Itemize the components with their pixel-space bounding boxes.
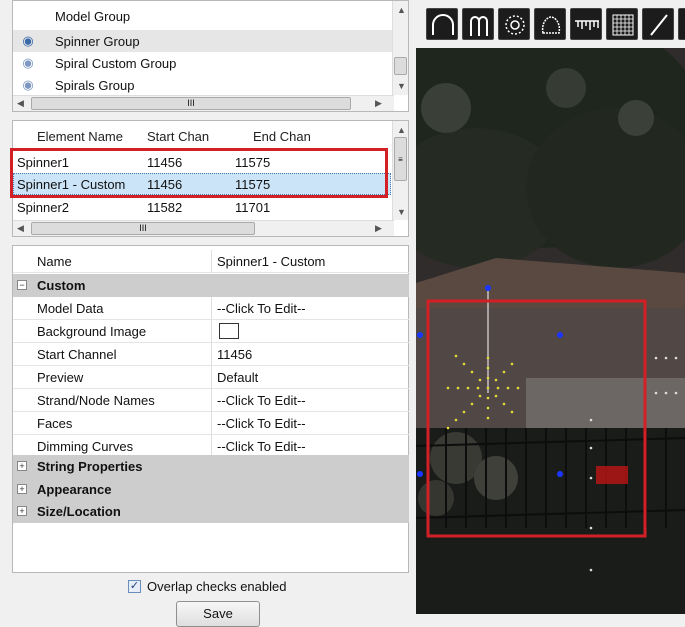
- group-item-spinner[interactable]: ◉ Spinner Group: [13, 30, 394, 52]
- end-channel: 11701: [235, 199, 271, 215]
- category-label: Custom: [37, 278, 86, 293]
- background-image-swatch[interactable]: [219, 323, 239, 339]
- star-icon[interactable]: [534, 8, 566, 40]
- arch-icon[interactable]: [426, 8, 458, 40]
- start-channel: 11582: [147, 199, 183, 215]
- category-label: Size/Location: [37, 504, 121, 519]
- property-key: Model Data: [37, 301, 104, 316]
- property-row[interactable]: Strand/Node Names --Click To Edit--: [13, 389, 409, 412]
- property-key: Faces: [37, 416, 73, 431]
- property-value[interactable]: Default: [217, 370, 258, 385]
- save-button[interactable]: Save: [176, 601, 260, 627]
- property-row[interactable]: Background Image: [13, 320, 409, 343]
- property-key: Start Channel: [37, 347, 117, 362]
- category-appearance[interactable]: + Appearance: [13, 478, 409, 501]
- scroll-thumb[interactable]: ≡: [394, 137, 407, 181]
- property-value[interactable]: 11456: [217, 347, 252, 362]
- collapse-icon[interactable]: −: [17, 280, 27, 290]
- column-header-start[interactable]: Start Chan: [147, 121, 209, 151]
- horizontal-scrollbar[interactable]: ◀ III ▶: [13, 95, 394, 111]
- scroll-right-icon[interactable]: ▶: [375, 98, 382, 109]
- property-key: Background Image: [37, 324, 147, 339]
- scroll-up-icon[interactable]: ▲: [397, 125, 406, 135]
- property-row[interactable]: Preview Default: [13, 366, 409, 389]
- eye-icon[interactable]: ◉: [13, 77, 43, 93]
- property-value[interactable]: --Click To Edit--: [217, 393, 306, 408]
- property-row-name[interactable]: Name Spinner1 - Custom: [13, 250, 409, 273]
- property-value[interactable]: --Click To Edit--: [217, 439, 306, 454]
- element-name: Spinner2: [17, 199, 70, 215]
- category-string-properties[interactable]: + String Properties: [13, 455, 409, 478]
- line-icon[interactable]: [642, 8, 674, 40]
- property-key: Preview: [37, 370, 84, 385]
- property-row[interactable]: Faces --Click To Edit--: [13, 412, 409, 435]
- property-row[interactable]: Start Channel 11456: [13, 343, 409, 366]
- group-item-model[interactable]: Model Group: [13, 5, 394, 27]
- group-label: Spiral Custom Group: [55, 55, 177, 71]
- category-custom[interactable]: − Custom: [13, 274, 409, 297]
- group-label: Spinner Group: [55, 33, 140, 49]
- property-key: Strand/Node Names: [37, 393, 155, 408]
- highlight-box: [10, 148, 388, 198]
- overlap-label: Overlap checks enabled: [147, 578, 287, 594]
- layout-preview-canvas[interactable]: [416, 48, 685, 614]
- horizontal-scrollbar[interactable]: ◀ III ▶: [13, 220, 394, 236]
- property-key: Dimming Curves: [37, 439, 134, 454]
- scroll-thumb[interactable]: [394, 57, 407, 75]
- column-header-end[interactable]: End Chan: [253, 121, 311, 151]
- table-row[interactable]: Spinner2 11582 11701: [13, 196, 391, 218]
- property-value[interactable]: --Click To Edit--: [217, 301, 306, 316]
- scroll-thumb[interactable]: III: [31, 222, 255, 235]
- expand-icon[interactable]: +: [17, 484, 27, 494]
- vertical-scrollbar[interactable]: ▲ ▼: [392, 1, 408, 95]
- overlap-checkbox[interactable]: ✓: [128, 579, 141, 593]
- property-value[interactable]: --Click To Edit--: [217, 416, 306, 431]
- eye-icon[interactable]: ◉: [13, 33, 43, 49]
- column-header-name[interactable]: Element Name: [37, 121, 123, 151]
- candy-cane-icon[interactable]: [462, 8, 494, 40]
- scroll-down-icon[interactable]: ▼: [397, 81, 406, 91]
- property-value[interactable]: Spinner1 - Custom: [217, 254, 325, 269]
- property-grid[interactable]: Name Spinner1 - Custom − Custom Model Da…: [12, 245, 409, 573]
- overlap-checkbox-row[interactable]: ✓ Overlap checks enabled: [128, 575, 286, 597]
- group-label: Model Group: [55, 8, 131, 24]
- category-label: Appearance: [37, 482, 112, 497]
- matrix-icon[interactable]: [606, 8, 638, 40]
- model-toolbar: [416, 0, 685, 42]
- scroll-down-icon[interactable]: ▼: [397, 207, 406, 217]
- property-row[interactable]: Model Data --Click To Edit--: [13, 297, 409, 320]
- expand-icon[interactable]: +: [17, 506, 27, 516]
- group-item-spirals[interactable]: ◉ Spirals Group: [13, 74, 394, 96]
- scroll-up-icon[interactable]: ▲: [397, 5, 406, 15]
- expand-icon[interactable]: +: [17, 461, 27, 471]
- scroll-right-icon[interactable]: ▶: [375, 223, 382, 234]
- more-icon[interactable]: [678, 8, 685, 40]
- scroll-left-icon[interactable]: ◀: [17, 98, 24, 109]
- group-list[interactable]: Model Group ◉ Spinner Group ◉ Spiral Cus…: [12, 0, 409, 112]
- scroll-thumb[interactable]: III: [31, 97, 351, 110]
- group-label: Spirals Group: [55, 77, 135, 93]
- category-size-location[interactable]: + Size/Location: [13, 500, 409, 523]
- group-item-spiral-custom[interactable]: ◉ Spiral Custom Group: [13, 52, 394, 74]
- property-key: Name: [37, 254, 72, 269]
- scroll-left-icon[interactable]: ◀: [17, 223, 24, 234]
- circle-icon[interactable]: [498, 8, 530, 40]
- eye-icon[interactable]: ◉: [13, 55, 43, 71]
- icicles-icon[interactable]: [570, 8, 602, 40]
- category-label: String Properties: [37, 459, 143, 474]
- vertical-scrollbar[interactable]: ▲ ≡ ▼: [392, 121, 408, 220]
